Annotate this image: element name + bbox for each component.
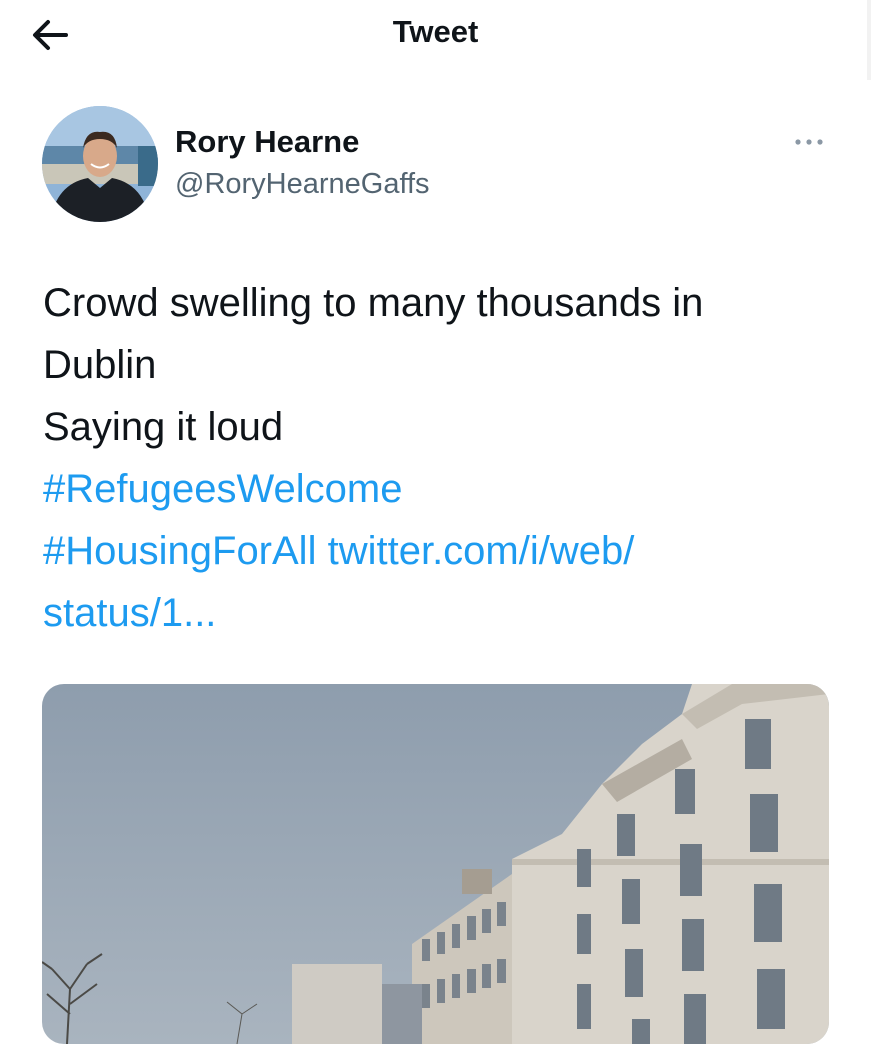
tweet-text: Crowd swelling to many thousands in Dubl…: [43, 272, 843, 644]
author-handle[interactable]: @RoryHearneGaffs: [175, 168, 430, 201]
more-options-button[interactable]: [788, 130, 832, 154]
tweet-text-line: Crowd swelling to many thousands in: [43, 281, 704, 325]
tweet-link-continued[interactable]: status/1...: [43, 591, 216, 635]
avatar[interactable]: [42, 106, 158, 222]
more-horizontal-icon: [795, 139, 823, 145]
tweet-link[interactable]: twitter.com/i/web/: [328, 529, 635, 573]
tweet-text-line: Dublin: [43, 343, 157, 387]
author-name[interactable]: Rory Hearne: [175, 124, 359, 160]
tweet-text-line: Saying it loud: [43, 405, 284, 449]
hashtag-housing-for-all[interactable]: #HousingForAll: [43, 529, 316, 573]
divider: [867, 0, 871, 80]
tweet-media-image[interactable]: [42, 684, 829, 1044]
top-bar: Tweet: [0, 0, 871, 80]
hashtag-refugees-welcome[interactable]: #RefugeesWelcome: [43, 467, 402, 511]
page-title: Tweet: [392, 14, 479, 49]
